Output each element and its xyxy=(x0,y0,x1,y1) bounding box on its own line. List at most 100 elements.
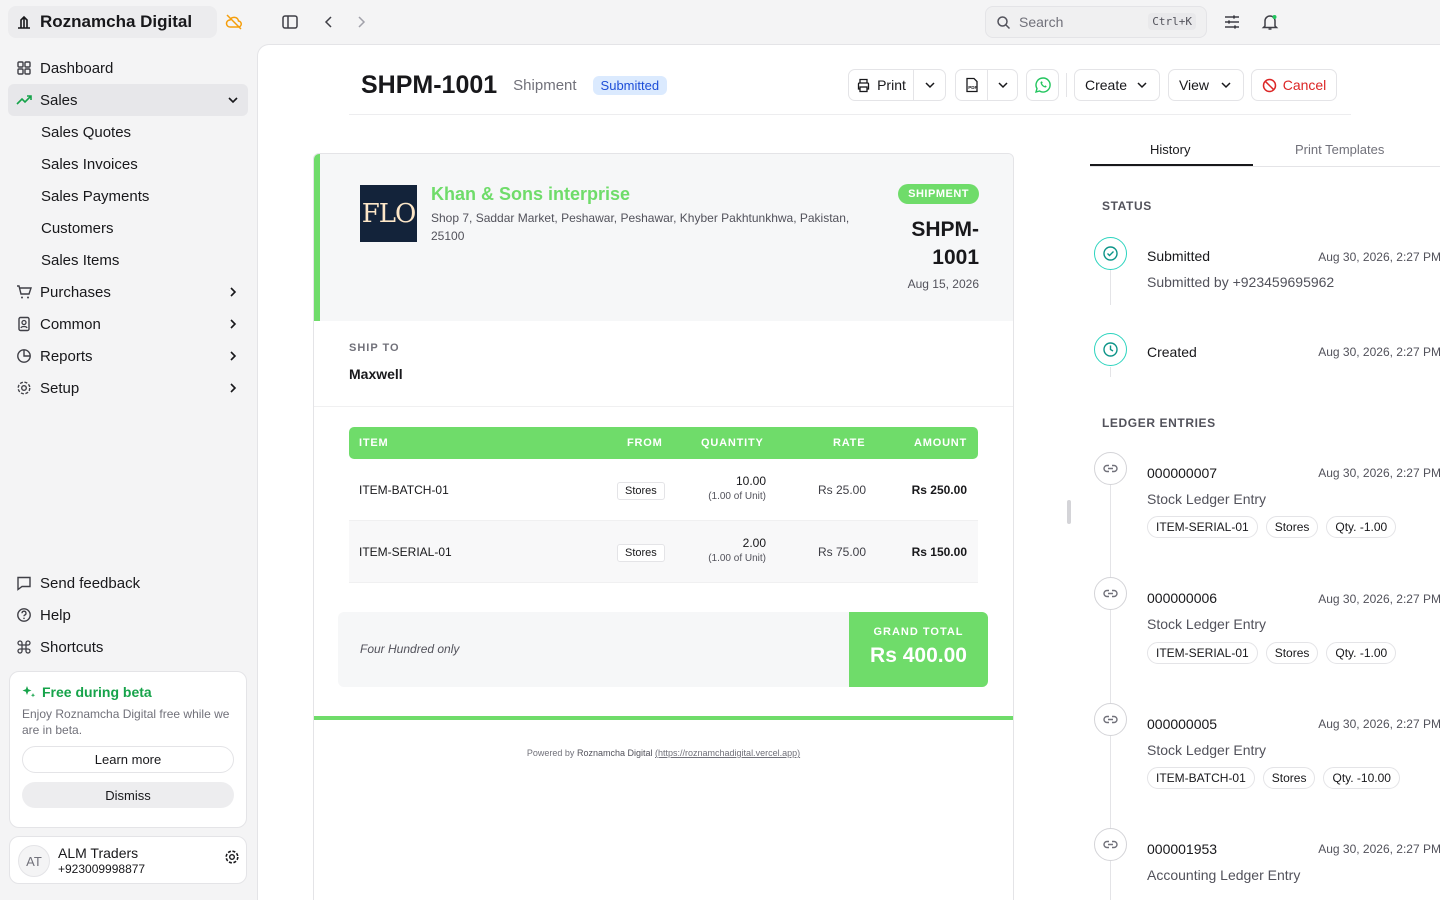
create-button[interactable]: Create xyxy=(1074,69,1160,101)
ledger-section-title: LEDGER ENTRIES xyxy=(1102,416,1216,430)
ledger-entry-type: Stock Ledger Entry xyxy=(1147,742,1267,758)
avatar: AT xyxy=(18,845,50,877)
company-logo: FLO xyxy=(360,185,417,242)
sidebar-item-label: Sales Payments xyxy=(41,187,150,205)
ledger-entry-id[interactable]: 000000007 xyxy=(1147,465,1217,481)
cloud-off-icon[interactable] xyxy=(225,13,243,31)
column-header: QUANTITY xyxy=(701,437,764,449)
ledger-entry-type: Stock Ledger Entry xyxy=(1147,616,1267,632)
sliders-icon[interactable] xyxy=(1223,13,1241,31)
ledger-entry-id[interactable]: 000000006 xyxy=(1147,590,1217,606)
ledger-entry-chips: ITEM-BATCH-01 Stores Qty. -10.00 xyxy=(1147,767,1400,789)
sidebar-item-label: Dashboard xyxy=(40,59,114,77)
pdf-file-icon: PDF xyxy=(965,77,978,93)
sidebar-item-sales-quotes[interactable]: Sales Quotes xyxy=(41,116,248,148)
command-icon xyxy=(17,640,31,654)
dismiss-button[interactable]: Dismiss xyxy=(22,782,234,808)
forward-arrow-icon[interactable] xyxy=(352,13,370,31)
sidebar-item-common[interactable]: Common xyxy=(8,308,248,340)
tab-print-templates[interactable]: Print Templates xyxy=(1295,142,1384,157)
cancel-label: Cancel xyxy=(1282,77,1327,93)
sidebar-item-label: Customers xyxy=(41,219,114,237)
app-switcher[interactable]: Roznamcha Digital xyxy=(8,6,217,38)
message-square-icon xyxy=(17,576,31,591)
search-input[interactable]: Search Ctrl+K xyxy=(985,6,1207,38)
timeline-icon xyxy=(1094,237,1127,270)
settings-gear-icon[interactable] xyxy=(224,849,240,865)
status-title: Submitted xyxy=(1147,248,1211,264)
sidebar-item-label: Sales Invoices xyxy=(41,155,138,173)
sidebar-item-reports[interactable]: Reports xyxy=(8,340,248,372)
sidebar-item-sales[interactable]: Sales xyxy=(8,84,248,116)
print-dropdown-button[interactable] xyxy=(913,69,946,101)
whatsapp-button[interactable] xyxy=(1026,69,1059,101)
view-button[interactable]: View xyxy=(1168,69,1244,101)
column-header: FROM xyxy=(627,437,663,449)
document-type-tag: SHIPMENT xyxy=(898,184,979,204)
user-name: ALM Traders xyxy=(58,845,139,861)
chevron-right-icon xyxy=(230,383,237,393)
sidebar-toggle-icon[interactable] xyxy=(281,13,299,31)
items-table: ITEM FROM QUANTITY RATE AMOUNT ITEM-BATC… xyxy=(349,427,978,583)
timeline-icon xyxy=(1094,703,1127,736)
print-button[interactable]: Print xyxy=(848,69,914,101)
learn-more-button[interactable]: Learn more xyxy=(22,746,234,773)
beta-description: Enjoy Roznamcha Digital free while we ar… xyxy=(22,707,230,737)
notification-bell-icon[interactable] xyxy=(1261,13,1279,31)
document-date: Aug 15, 2026 xyxy=(907,277,979,291)
pdf-button[interactable]: PDF xyxy=(955,69,988,101)
ledger-entry-id[interactable]: 000000005 xyxy=(1147,716,1217,732)
help-link[interactable]: Help xyxy=(8,599,248,631)
trending-up-icon xyxy=(16,95,32,105)
nav-label: Send feedback xyxy=(40,574,141,592)
search-icon xyxy=(997,15,1011,29)
ledger-entry-chips: ITEM-SERIAL-01 Stores Qty. -1.00 xyxy=(1147,642,1397,664)
sidebar-item-customers[interactable]: Customers xyxy=(41,212,248,244)
sidebar-item-purchases[interactable]: Purchases xyxy=(8,276,248,308)
timeline-icon xyxy=(1094,577,1127,610)
help-circle-icon xyxy=(17,608,31,622)
sidebar-item-label: Purchases xyxy=(40,283,111,301)
toolbar-divider xyxy=(1066,73,1067,97)
timeline-connector xyxy=(1110,485,1111,577)
sidebar: Roznamcha Digital Dashboard Sales Sales … xyxy=(0,0,256,900)
company-name: Khan & Sons interprise xyxy=(431,184,631,204)
quantity-chip: Qty. -1.00 xyxy=(1326,642,1397,664)
rate-cell: Rs 25.00 xyxy=(817,483,866,497)
resize-handle[interactable] xyxy=(1067,500,1071,524)
sidebar-item-setup[interactable]: Setup xyxy=(8,372,248,404)
sidebar-item-label: Reports xyxy=(40,347,93,365)
user-phone: +923009998877 xyxy=(58,862,146,876)
status-badge: Submitted xyxy=(592,76,668,95)
item-chip: ITEM-SERIAL-01 xyxy=(1147,516,1258,538)
link-icon xyxy=(1103,464,1118,473)
pdf-dropdown-button[interactable] xyxy=(987,69,1018,101)
user-card[interactable]: AT ALM Traders +923009998877 xyxy=(9,836,247,884)
ledger-entry-time: Aug 30, 2026, 2:27 PM xyxy=(1318,466,1440,480)
location-chip: Stores xyxy=(1265,516,1319,538)
page-header: SHPM-1001 Shipment Submitted xyxy=(361,71,668,100)
sidebar-item-dashboard[interactable]: Dashboard xyxy=(8,52,248,84)
back-arrow-icon[interactable] xyxy=(320,13,338,31)
chevron-right-icon xyxy=(230,319,237,329)
powered-link[interactable]: (https://roznamchadigital.vercel.app) xyxy=(655,748,800,758)
create-label: Create xyxy=(1084,77,1128,93)
timeline-icon xyxy=(1094,452,1127,485)
shortcuts-link[interactable]: Shortcuts xyxy=(8,631,248,663)
cancel-button[interactable]: Cancel xyxy=(1251,69,1337,101)
sidebar-item-sales-payments[interactable]: Sales Payments xyxy=(41,180,248,212)
sidebar-item-sales-invoices[interactable]: Sales Invoices xyxy=(41,148,248,180)
item-chip: ITEM-SERIAL-01 xyxy=(1147,642,1258,664)
ledger-entry-id[interactable]: 000001953 xyxy=(1147,841,1217,857)
timeline-connector xyxy=(1110,270,1111,305)
nav-label: Help xyxy=(40,606,71,624)
chevron-down-icon xyxy=(1221,82,1231,89)
tab-history[interactable]: History xyxy=(1150,142,1190,157)
active-tab-indicator xyxy=(1090,164,1253,166)
sidebar-item-sales-items[interactable]: Sales Items xyxy=(41,244,248,276)
bottom-nav: Send feedback Help Shortcuts xyxy=(8,567,248,663)
send-feedback-link[interactable]: Send feedback xyxy=(8,567,248,599)
status-title: Created xyxy=(1147,344,1197,360)
location-chip: Stores xyxy=(1265,642,1319,664)
quantity-unit: (1.00 of Unit) xyxy=(708,491,766,502)
